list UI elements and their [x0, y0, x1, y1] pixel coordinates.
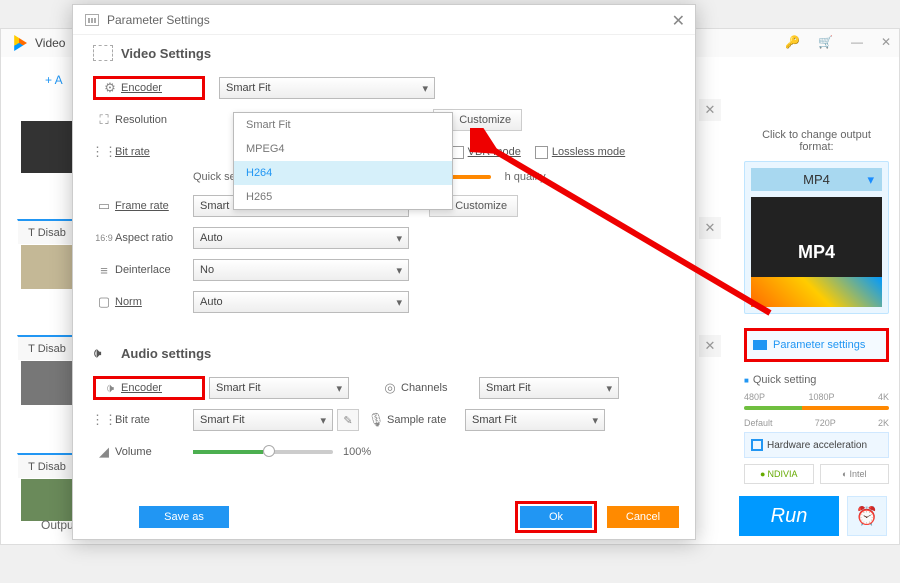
app-logo-icon [11, 35, 27, 51]
quality-slider[interactable]: 480P 1080P 4K Default 720P 2K [744, 392, 889, 422]
audio-settings-section: 🕩 Audio settings 🕩 Encoder Smart Fit ◎ C… [73, 335, 695, 467]
channels-label: Channels [401, 382, 479, 394]
sliders-icon [85, 14, 99, 26]
video-thumbnail[interactable] [19, 119, 75, 175]
norm-select[interactable]: Auto [193, 291, 409, 313]
item-close-icon[interactable]: ✕ [699, 335, 721, 357]
samplerate-select[interactable]: Smart Fit [465, 409, 605, 431]
vbr-label: VBR mode [468, 146, 521, 158]
ok-button[interactable]: Ok [520, 506, 592, 528]
format-selector[interactable]: MP4 [751, 168, 882, 191]
parameter-settings-dialog: Parameter Settings ✕ Video Settings ⚙ En… [72, 4, 696, 540]
checkbox-icon [751, 439, 763, 451]
aspect-icon: 16:9 [93, 233, 115, 243]
audio-bitrate-label: Bit rate [115, 414, 193, 426]
volume-value: 100% [343, 446, 371, 458]
dropdown-item[interactable]: H265 [234, 185, 452, 209]
gear-icon: ⚙ [99, 80, 121, 96]
sliders-icon [753, 340, 767, 350]
app-title: Video [35, 36, 65, 50]
intel-button[interactable]: ◐ Intel [820, 464, 890, 484]
bitrate-icon: ⋮⋮ [93, 412, 115, 428]
volume-slider[interactable] [193, 450, 333, 454]
samplerate-label: Sample rate [387, 414, 465, 426]
deinterlace-select[interactable]: No [193, 259, 409, 281]
norm-icon: ▢ [93, 294, 115, 310]
video-icon [93, 45, 113, 61]
minimize-icon[interactable]: — [851, 35, 863, 49]
highlight-encoder: ⚙ Encoder [93, 76, 205, 100]
close-icon[interactable]: ✕ [881, 35, 891, 49]
dropdown-item[interactable]: Smart Fit [234, 113, 452, 137]
save-as-button[interactable]: Save as [139, 506, 229, 528]
quick-setting-label: Quick setting [744, 374, 889, 386]
window-controls: 🔑 🛒 — ✕ [785, 35, 891, 49]
dialog-close-icon[interactable]: ✕ [672, 11, 685, 31]
aspect-label: Aspect ratio [115, 232, 193, 244]
format-hint: Click to change output format: [744, 129, 889, 153]
highlight-ok: Ok [515, 501, 597, 533]
key-icon[interactable]: 🔑 [785, 35, 800, 49]
video-encoder-select[interactable]: Smart Fit [219, 77, 435, 99]
nvidia-button[interactable]: ● NDIVIA [744, 464, 814, 484]
disable-button[interactable]: T Disab [17, 219, 77, 245]
disable-button[interactable]: T Disab [17, 335, 77, 361]
alarm-icon[interactable]: ⏰ [847, 496, 887, 536]
audio-encoder-label: Encoder [121, 382, 199, 394]
volume-icon: ◢ [93, 444, 115, 460]
disable-button[interactable]: T Disab [17, 453, 77, 479]
dialog-titlebar: Parameter Settings ✕ [73, 5, 695, 35]
deinterlace-icon: ≡ [93, 263, 115, 278]
audio-icon: 🕩 [99, 380, 121, 396]
bitrate-label: Bit rate [115, 146, 193, 158]
resolution-label: Resolution [115, 114, 193, 126]
mic-icon: 🎙 [365, 412, 387, 428]
cancel-button[interactable]: Cancel [607, 506, 679, 528]
aspect-select[interactable]: Auto [193, 227, 409, 249]
channels-select[interactable]: Smart Fit [479, 377, 619, 399]
framerate-icon: ▭ [93, 198, 115, 214]
encoder-dropdown: Smart Fit MPEG4 H264 H265 [233, 112, 453, 210]
highlight-audio-encoder: 🕩 Encoder [93, 376, 205, 400]
film-strip-icon [751, 277, 882, 307]
bitrate-icon: ⋮⋮ [93, 144, 115, 160]
speaker-icon: 🕩 [93, 345, 113, 361]
parameter-settings-button[interactable]: Parameter settings [744, 328, 889, 362]
format-box: MP4 MP4 [744, 161, 889, 314]
lossless-label: Lossless mode [552, 146, 625, 158]
dropdown-item-selected[interactable]: H264 [234, 161, 452, 185]
encoder-label: Encoder [121, 82, 199, 94]
dialog-title: Parameter Settings [107, 13, 210, 27]
resolution-icon: ⛶ [93, 112, 115, 128]
item-close-icon[interactable]: ✕ [699, 217, 721, 239]
format-preview: MP4 [751, 197, 882, 307]
output-panel: Click to change output format: MP4 MP4 P… [744, 129, 889, 484]
run-button[interactable]: Run [739, 496, 839, 536]
deinterlace-label: Deinterlace [115, 264, 193, 276]
lossless-checkbox[interactable] [535, 146, 548, 159]
audio-encoder-select[interactable]: Smart Fit [209, 377, 349, 399]
volume-label: Volume [115, 446, 193, 458]
high-quality-label: h quality [505, 171, 546, 183]
dropdown-item[interactable]: MPEG4 [234, 137, 452, 161]
item-close-icon[interactable]: ✕ [699, 99, 721, 121]
audio-bitrate-select[interactable]: Smart Fit [193, 409, 333, 431]
cart-icon[interactable]: 🛒 [818, 35, 833, 49]
framerate-label: Frame rate [115, 200, 193, 212]
edit-bitrate-icon[interactable]: ✎ [337, 409, 359, 431]
add-button[interactable]: + A [45, 73, 63, 87]
channels-icon: ◎ [379, 380, 401, 396]
norm-label: Norm [115, 296, 193, 308]
dialog-buttons: Save as Ok Cancel [73, 501, 695, 533]
hardware-accel-button[interactable]: Hardware acceleration [744, 432, 889, 458]
